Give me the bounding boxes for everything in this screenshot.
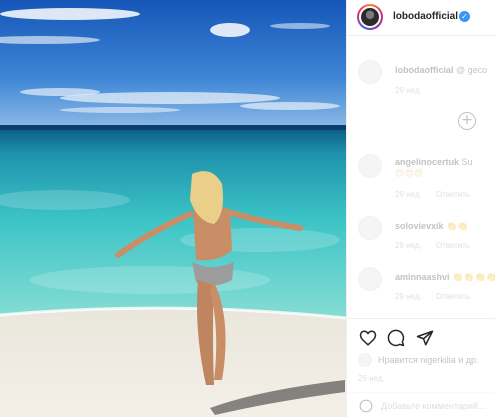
comment-icon[interactable] [387, 329, 405, 347]
comment-username[interactable]: aminnaashvi [395, 272, 450, 282]
comment-reply-button[interactable]: Ответить [436, 292, 470, 301]
story-ring[interactable] [357, 4, 383, 30]
liked-by-text[interactable]: Нравится nigerkilia и др. [378, 355, 479, 365]
comment-time: 29 нед. [395, 241, 422, 250]
comment-avatar[interactable] [358, 216, 382, 240]
comment-body: 👏👏👏👏 [452, 272, 495, 282]
comment-avatar[interactable] [358, 267, 382, 291]
comment-avatar[interactable] [358, 154, 382, 178]
comment-time: 29 нед. [395, 292, 422, 301]
comment-emoji: 😍😍😍 [395, 169, 424, 179]
comment-meta: 29 нед. Ответить [395, 241, 482, 250]
comment-text: lobodaofficial @ geco [395, 65, 487, 75]
comment-body: Su [461, 157, 473, 167]
comment-reply-button[interactable]: Ответить [436, 190, 470, 199]
heart-icon[interactable] [359, 329, 377, 347]
comment-username[interactable]: solovievxik [395, 221, 444, 231]
comment-body: 👏👏 [446, 221, 469, 231]
share-icon[interactable] [416, 329, 434, 347]
comment-meta: 29 нед. Ответить [395, 292, 482, 301]
post-side-panel: lobodaofficial ✓ lobodaofficial @ geco 2… [346, 0, 495, 417]
load-more-comments-button[interactable]: + [458, 112, 476, 130]
comment-time: 29 нед. [395, 86, 422, 95]
comment-time: 29 нед. [395, 190, 422, 199]
profile-photo-icon [359, 6, 381, 28]
post-photo[interactable] [0, 0, 346, 417]
comment-username[interactable]: angelinocertuk [395, 157, 459, 167]
post-date: 29 нед. [358, 374, 385, 383]
comment-body: @ geco [456, 65, 488, 75]
comment-text: solovievxik 👏👏 [395, 221, 468, 232]
add-comment-bar: Добавьте комментарий... [347, 392, 495, 417]
emoji-icon[interactable] [359, 399, 373, 413]
comment-username[interactable]: lobodaofficial [395, 65, 454, 75]
comment-meta: 29 нед. [395, 86, 434, 95]
add-comment-input[interactable]: Добавьте комментарий... [381, 401, 485, 411]
post-header: lobodaofficial ✓ [347, 0, 495, 36]
comment-text: angelinocertuk Su [395, 157, 473, 167]
liked-by-section: Нравится nigerkilia и др. 29 нед. [347, 352, 495, 388]
beach-scene [0, 0, 346, 417]
comment-meta: 29 нед. Ответить [395, 190, 482, 199]
comment-avatar[interactable] [358, 60, 382, 84]
comment-text: aminnaashvi 👏👏👏👏 [395, 272, 495, 283]
comment-reply-button[interactable]: Ответить [436, 241, 470, 250]
liker-avatar[interactable] [358, 353, 372, 367]
verified-badge-icon: ✓ [459, 11, 470, 22]
post-username[interactable]: lobodaofficial [393, 11, 458, 22]
